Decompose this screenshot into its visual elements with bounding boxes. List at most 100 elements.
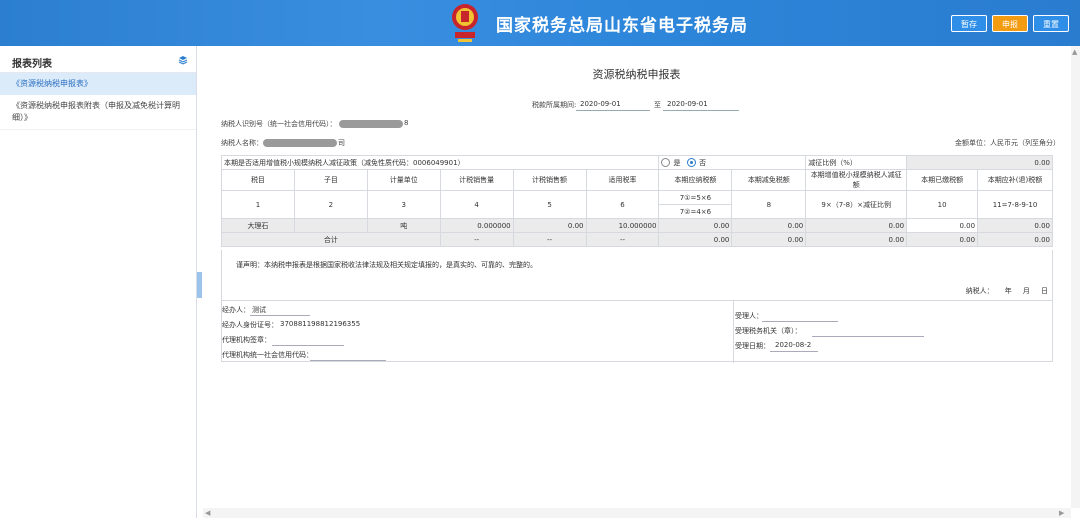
row-tax-item: 大理石 bbox=[221, 218, 295, 233]
radio-no[interactable] bbox=[687, 158, 697, 167]
site-title: 国家税务总局山东省电子税务局 bbox=[496, 16, 748, 36]
row-sales-volume: 0.000000 bbox=[439, 218, 514, 233]
total-cell: -- bbox=[439, 232, 514, 247]
agent-value[interactable]: 测试 bbox=[252, 305, 266, 315]
total-cell: -- bbox=[512, 232, 587, 247]
col-num: 1 bbox=[221, 190, 295, 219]
row-paid-input[interactable]: 0.00 bbox=[906, 218, 979, 233]
sidebar-header: 报表列表 bbox=[0, 46, 196, 73]
sidebar-title: 报表列表 bbox=[12, 59, 52, 70]
row-sales-amount: 0.00 bbox=[512, 218, 587, 233]
agent-id-label: 经办人身份证号： bbox=[222, 321, 278, 329]
declaration-text: 谨声明：本纳税申报表是根据国家税收法律法规及相关规定填报的，是真实的、可靠的、完… bbox=[236, 261, 537, 269]
redacted-taxpayer-name bbox=[263, 139, 337, 147]
period-to-field[interactable]: 2020-09-01 bbox=[663, 98, 739, 111]
year-label: 年 bbox=[1004, 287, 1012, 295]
accept-date-label: 受理日期： bbox=[735, 342, 770, 350]
policy-question: 本期是否适用增值税小规模纳税人减征政策（减免性质代码：0006049901） bbox=[220, 155, 660, 170]
col-num: 6 bbox=[585, 190, 660, 219]
total-cell: 0.00 bbox=[977, 232, 1053, 247]
top-header: 国家税务总局山东省电子税务局 暂存 申报 重置 bbox=[0, 0, 1080, 46]
col-header: 计量单位 bbox=[366, 169, 441, 191]
col-num: 4 bbox=[439, 190, 514, 219]
col-header: 适用税率 bbox=[585, 169, 660, 191]
accept-date-underline bbox=[770, 351, 818, 352]
horizontal-scrollbar[interactable]: ◀ ▶ bbox=[203, 508, 1071, 518]
sidebar-item-main-report[interactable]: 《资源税纳税申报表》 bbox=[0, 73, 196, 95]
taxpayer-name-label: 纳税人名称： bbox=[221, 139, 263, 147]
agency-code-label: 代理机构统一社会信用代码： bbox=[222, 351, 313, 359]
resource-tax-table: 本期是否适用增值税小规模纳税人减征政策（减免性质代码：0006049901） 是… bbox=[220, 155, 1053, 247]
col-num: 8 bbox=[731, 190, 807, 219]
total-cell: 0.00 bbox=[731, 232, 807, 247]
bottom-divider bbox=[733, 301, 734, 363]
receiver-label: 受理人： bbox=[735, 312, 763, 320]
col-header: 本期减免税额 bbox=[731, 169, 807, 191]
scroll-right-icon[interactable]: ▶ bbox=[1059, 509, 1064, 517]
agent-underline bbox=[250, 315, 310, 316]
period-label: 税款所属期间: bbox=[532, 101, 577, 109]
receiver-underline[interactable] bbox=[762, 321, 838, 322]
save-draft-button[interactable]: 暂存 bbox=[951, 15, 987, 32]
col-num: 2 bbox=[293, 190, 368, 219]
signer-label: 纳税人： bbox=[965, 287, 994, 295]
col-header: 计税销售额 bbox=[512, 169, 587, 191]
table-row: 大理石 吨 0.000000 0.00 10.000000 0.00 0.00 … bbox=[221, 218, 1053, 233]
submit-button[interactable]: 申报 bbox=[992, 15, 1028, 32]
col-header: 本期增值税小规模纳税人减征额 bbox=[805, 169, 908, 191]
table-row-total: 合计 -- -- -- 0.00 0.00 0.00 0.00 0.00 bbox=[221, 232, 1053, 247]
total-cell: 0.00 bbox=[658, 232, 733, 247]
total-cell: 0.00 bbox=[906, 232, 979, 247]
taxpayer-id-tail: 8 bbox=[404, 119, 409, 127]
row-unit: 吨 bbox=[366, 218, 441, 233]
row-payable: 0.00 bbox=[658, 218, 733, 233]
sidebar-item-attachment[interactable]: 《资源税纳税申报表附表（申报及减免税计算明细）》 bbox=[0, 95, 196, 130]
form-title: 资源税纳税申报表 bbox=[592, 68, 681, 81]
total-label: 合计 bbox=[221, 232, 441, 247]
amount-unit: 金额单位：人民币元（列至角分） bbox=[955, 139, 1060, 147]
report-list-sidebar: 报表列表 《资源税纳税申报表》 《资源税纳税申报表附表（申报及减免税计算明细）》 bbox=[0, 46, 197, 518]
formula-b: 7②=4×6 bbox=[658, 204, 733, 219]
tax-emblem-icon bbox=[452, 4, 478, 42]
row-tax-rate: 10.000000 bbox=[585, 218, 660, 233]
total-cell: 0.00 bbox=[805, 232, 908, 247]
row-small-reduction: 0.00 bbox=[805, 218, 908, 233]
tax-office-label: 受理税务机关（章）： bbox=[735, 327, 802, 335]
radio-no-label: 否 bbox=[699, 158, 707, 167]
row-refund: 0.00 bbox=[977, 218, 1053, 233]
radio-yes[interactable] bbox=[661, 158, 671, 167]
formula-a: 7①=5×6 bbox=[658, 190, 733, 205]
agency-seal-label: 代理机构签章： bbox=[222, 336, 271, 344]
agency-seal-underline[interactable] bbox=[272, 345, 344, 346]
col-num: 11=7-8-9-10 bbox=[977, 190, 1053, 219]
signature-line: 纳税人： 年 月 日 bbox=[966, 286, 1048, 296]
scroll-left-icon[interactable]: ◀ bbox=[205, 509, 210, 517]
col-header: 本期应补(退)税额 bbox=[977, 169, 1053, 191]
col-header: 本期应纳税额 bbox=[658, 169, 733, 191]
vertical-scrollbar[interactable]: ▲ bbox=[1071, 46, 1080, 508]
taxpayer-name-tail: 司 bbox=[338, 139, 345, 147]
declaration-box: 谨声明：本纳税申报表是根据国家税收法律法规及相关规定填报的，是真实的、可靠的、完… bbox=[221, 250, 1053, 300]
col-header: 计税销售量 bbox=[439, 169, 514, 191]
sidebar-collapse-handle[interactable] bbox=[197, 272, 202, 298]
col-header: 子目 bbox=[293, 169, 368, 191]
row-exempt: 0.00 bbox=[731, 218, 807, 233]
period-to-label: 至 bbox=[654, 101, 661, 109]
col-num: 3 bbox=[366, 190, 441, 219]
layers-icon[interactable] bbox=[178, 55, 188, 65]
policy-radio-group: 是 否 bbox=[658, 155, 807, 170]
day-label: 日 bbox=[1041, 287, 1048, 295]
scroll-up-icon[interactable]: ▲ bbox=[1072, 48, 1077, 56]
tax-office-underline[interactable] bbox=[812, 336, 924, 337]
agency-code-underline[interactable] bbox=[310, 360, 386, 361]
col-header: 本期已缴税额 bbox=[906, 169, 979, 191]
reduction-ratio-label: 减征比例（%） bbox=[805, 155, 908, 170]
agent-id-value[interactable]: 370881198812196355 bbox=[280, 320, 360, 328]
agent-label: 经办人： bbox=[222, 306, 250, 314]
accept-date-value[interactable]: 2020-08-2 bbox=[775, 341, 811, 349]
redacted-taxpayer-id bbox=[339, 120, 403, 128]
taxpayer-id-label: 纳税人识别号（统一社会信用代码）： bbox=[221, 120, 337, 128]
period-from-field[interactable]: 2020-09-01 bbox=[576, 98, 650, 111]
reset-button[interactable]: 重置 bbox=[1033, 15, 1069, 32]
form-area: 资源税纳税申报表 税款所属期间: 2020-09-01 至 2020-09-01… bbox=[203, 46, 1070, 518]
